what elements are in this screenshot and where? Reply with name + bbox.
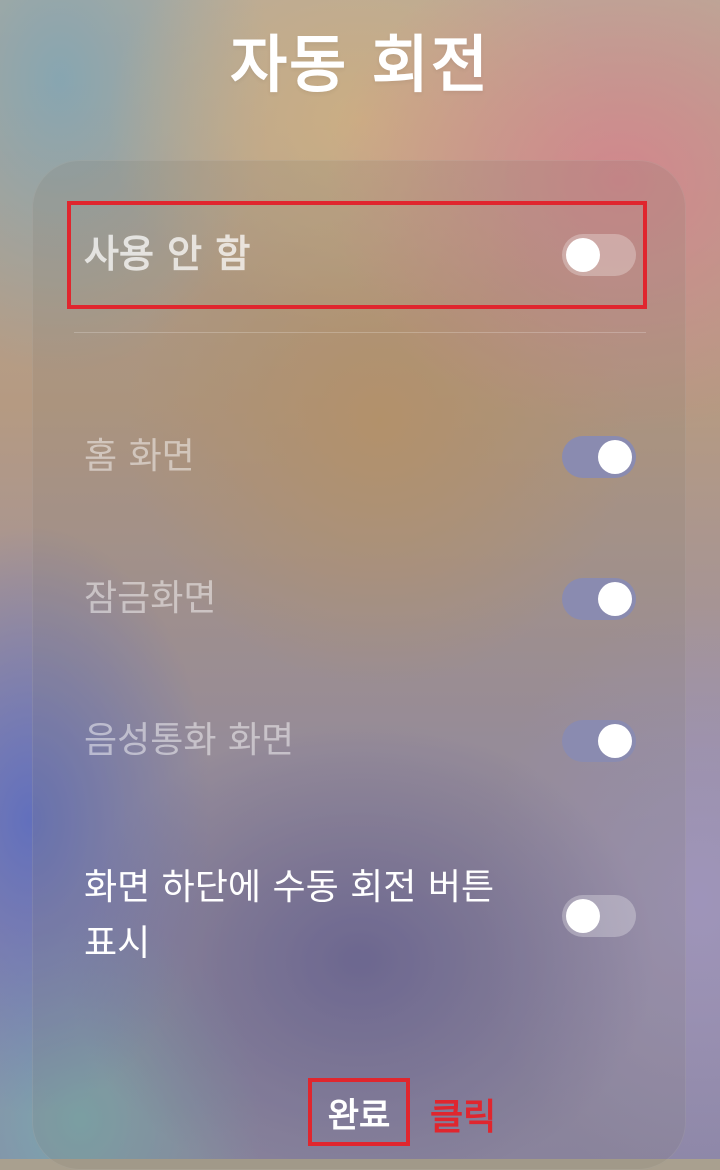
setting-row-manual-rotate-button[interactable]: 화면 하단에 수동 회전 버튼 표시 bbox=[84, 860, 636, 972]
page-title: 자동 회전 bbox=[230, 28, 490, 101]
setting-row-home-screen[interactable]: 홈 화면 bbox=[84, 432, 636, 482]
setting-label-voice-call-screen: 음성통화 화면 bbox=[84, 720, 295, 761]
setting-row-voice-call-screen[interactable]: 음성통화 화면 bbox=[84, 716, 636, 766]
setting-label-lock-screen: 잠금화면 bbox=[84, 578, 217, 619]
toggle-knob bbox=[566, 898, 600, 933]
divider bbox=[74, 332, 646, 333]
toggle-voice-call-screen[interactable] bbox=[562, 720, 636, 763]
toggle-knob bbox=[598, 582, 632, 617]
auto-rotate-panel bbox=[32, 160, 686, 1170]
setting-label-home-screen: 홈 화면 bbox=[84, 436, 195, 477]
click-annotation: 클릭 bbox=[430, 1097, 497, 1138]
toggle-lock-screen[interactable] bbox=[562, 578, 636, 621]
setting-label-manual-rotate-button: 화면 하단에 수동 회전 버튼 표시 bbox=[84, 867, 495, 964]
toggle-manual-rotate-button[interactable] bbox=[562, 894, 636, 937]
toggle-knob bbox=[598, 440, 632, 475]
done-button[interactable]: 완료 bbox=[308, 1078, 410, 1146]
toggle-home-screen[interactable] bbox=[562, 436, 636, 479]
toggle-knob bbox=[598, 724, 632, 759]
setting-row-lock-screen[interactable]: 잠금화면 bbox=[84, 574, 636, 624]
annotation-highlight-disable bbox=[67, 201, 647, 309]
